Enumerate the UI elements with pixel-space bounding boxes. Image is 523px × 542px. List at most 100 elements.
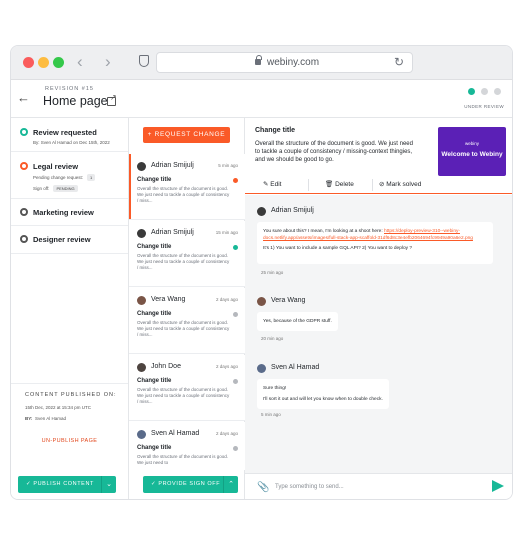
cr-body: Overall the structure of the document is… [137,454,229,465]
status-ring-icon [20,128,28,136]
comment-author: Sven Al Hamad [271,364,320,371]
step-marketing-review[interactable]: Marketing review [11,199,128,226]
status-label: UNDER REVIEW [464,104,504,109]
cr-title: Change title [137,177,172,183]
cr-title: Change title [137,445,172,451]
step-title: Designer review [33,235,91,244]
step-legal-review[interactable]: Legal review Pending change request: 1 Si… [11,152,128,199]
pending-count-badge: 1 [87,174,96,181]
detail-header: Change title Overall the structure of th… [245,118,512,194]
detail-body: Overall the structure of the document is… [255,141,413,163]
comment-bubble: You sure about this? I mean, I'm looking… [257,222,493,264]
comment-bubble: Yes, because of the GDPR stuff. [257,312,338,331]
signoff-label: Sign off: [33,186,50,191]
cr-time: 2 days ago [215,364,238,369]
minimize-window-button[interactable] [38,57,49,68]
publish-content-button[interactable]: ✓ PUBLISH CONTENT ⌄ [18,476,116,493]
delete-label: Delete [335,181,354,188]
comment-line: It's 1) You want to include a sample GQL… [263,246,413,251]
message-composer[interactable]: 📎 Type something to send... [245,473,512,499]
progress-step [494,88,501,95]
step-title: Marketing review [33,208,94,217]
back-arrow-icon[interactable]: ‹ [77,52,83,72]
send-icon[interactable] [492,480,504,492]
delete-button[interactable]: 🗑 Delete [325,176,354,194]
maximize-window-button[interactable] [53,57,64,68]
change-request-card[interactable]: Vera Wang 2 days ago Change title Overal… [129,288,245,354]
comment-line: You sure about this? I mean, I'm looking… [263,228,487,242]
lock-icon [255,55,262,65]
preview-title: Welcome to Webiny [441,151,503,158]
progress-step-done [468,88,475,95]
forward-arrow-icon[interactable]: › [105,52,111,72]
unpublish-link[interactable]: UN-PUBLISH PAGE [11,438,128,444]
address-bar[interactable]: webiny.com ↻ [156,52,413,73]
avatar [137,162,146,171]
change-request-card[interactable]: John Doe 2 days ago Change title Overall… [129,355,245,421]
edit-button[interactable]: ✎ Edit [263,176,281,194]
request-change-button[interactable]: + REQUEST CHANGE [143,127,230,143]
paperclip-icon[interactable]: 📎 [257,482,269,493]
avatar [257,207,266,216]
cr-body: Overall the structure of the document is… [137,387,230,404]
comment-author: Vera Wang [271,297,306,304]
status-ring-icon [20,235,28,243]
change-request-card[interactable]: Sven Al Hamad 2 days ago Change title Ov… [129,422,245,470]
step-title: Review requested [33,128,97,137]
cr-author: Adrian Smijulj [151,162,194,169]
comment-time: 25 min ago [261,270,284,275]
step-review-requested[interactable]: Review requested By: Sven Al Hamad on De… [11,118,128,152]
pending-label: Pending change request: [33,175,84,180]
comment-line: Sure thing! [263,386,287,391]
cr-title: Change title [137,378,172,384]
avatar [137,229,146,238]
step-designer-review[interactable]: Designer review [11,226,128,254]
provide-sign-off-button[interactable]: ✓ PROVIDE SIGN OFF ⌃ [143,476,238,493]
browser-toolbar: ‹ › webiny.com ↻ [11,46,512,80]
close-window-button[interactable] [23,57,34,68]
chevron-up-icon[interactable]: ⌃ [223,476,238,493]
published-by-label: BY: [25,416,33,421]
cr-body: Overall the structure of the document is… [137,320,230,337]
page-preview-thumbnail[interactable]: webiny Welcome to Webiny [438,127,506,176]
signoff-status-badge: PENDING [53,185,78,192]
chevron-down-icon[interactable]: ⌄ [101,476,116,493]
page-title: Home page [43,94,108,108]
published-by: BY: Sven Al Hamad [25,416,66,421]
message-input[interactable]: Type something to send... [275,484,344,490]
cr-title: Change title [137,311,172,317]
publish-button-label: ✓ PUBLISH CONTENT [26,481,94,487]
signoff-button-label: ✓ PROVIDE SIGN OFF [151,481,221,487]
comment-thread: Adrian Smijulj You sure about this? I me… [245,195,512,473]
published-label: CONTENT PUBLISHED ON: [25,392,117,398]
change-request-card[interactable]: Adrian Smijulj 5 min ago Change title Ov… [129,154,245,220]
change-request-card[interactable]: Adrian Smijulj 15 min ago Change title O… [129,221,245,287]
shield-icon [139,55,149,67]
detail-actions: ✎ Edit 🗑 Delete ⊘ Mark solved [245,176,435,194]
sign-off-status: Sign off: PENDING [33,185,78,192]
cr-time: 2 days ago [215,297,238,302]
comment-line: I'll sort it out and will let you know w… [263,397,383,402]
status-ring-icon [20,208,28,216]
status-dot-icon [233,446,238,451]
open-external-icon[interactable] [107,93,117,106]
comment-author: Adrian Smijulj [271,207,314,214]
status-dot-icon [233,245,238,250]
pending-change-request: Pending change request: 1 [33,174,96,181]
reload-icon[interactable]: ↻ [394,55,404,69]
step-title: Legal review [33,162,79,171]
preview-logo: webiny [464,141,479,146]
cr-body: Overall the structure of the document is… [137,253,230,270]
comment-line: Yes, because of the GDPR stuff. [263,319,332,324]
cr-body: Overall the structure of the document is… [137,186,230,203]
status-dot-icon [233,178,238,183]
mark-solved-button[interactable]: ⊘ Mark solved [379,176,421,194]
back-icon[interactable]: ← [17,90,30,105]
step-meta: By: Sven Al Hamad on Dec 15th, 2022 [33,140,110,145]
published-date: 15th Dec, 2022 at 15:34 pm UTC [25,405,92,410]
avatar [257,364,266,373]
edit-label: Edit [270,181,282,188]
comment-time: 5 min ago [261,412,281,417]
status-dot-icon [233,312,238,317]
mark-solved-label: Mark solved [386,181,422,188]
